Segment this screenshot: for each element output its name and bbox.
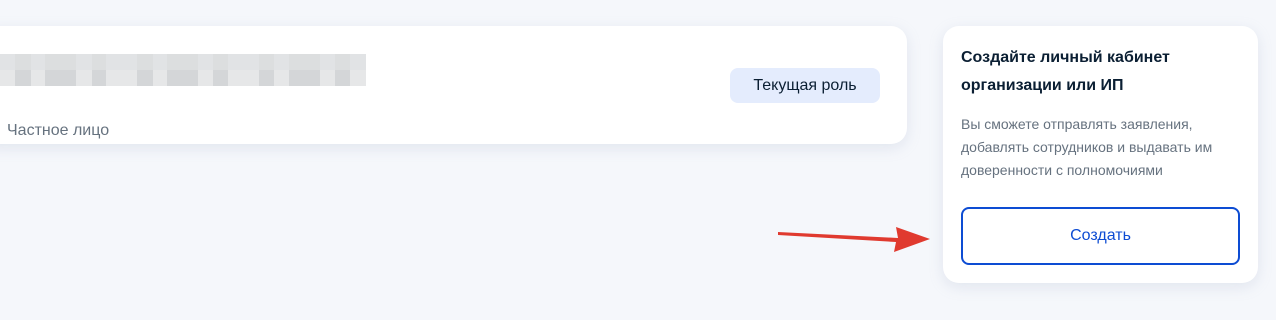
create-card-description: Вы сможете отправлять заявления, добавля… [961, 116, 1213, 178]
blur-pixel [319, 70, 336, 86]
blur-pixel [243, 70, 259, 86]
blur-pixel [91, 70, 107, 86]
blur-pixel [335, 54, 350, 70]
blur-pixel [137, 54, 153, 70]
blur-pixel [227, 54, 244, 70]
blur-pixel [45, 70, 61, 86]
blur-pixel [319, 54, 336, 70]
blur-pixel [197, 70, 214, 86]
blur-pixel [258, 70, 275, 86]
profile-card: Частное лицо Текущая роль [0, 26, 907, 144]
blur-pixel [121, 54, 138, 70]
blur-pixel [288, 70, 305, 86]
blur-pixel [167, 70, 183, 86]
create-organization-card: Создайте личный кабинет организации или … [943, 26, 1258, 283]
blur-pixel [167, 54, 183, 70]
blur-pixel [182, 54, 198, 70]
profile-type-label: Частное лицо [7, 122, 110, 139]
blur-pixel [15, 70, 31, 86]
blurred-profile-name [0, 54, 367, 86]
blur-pixel [152, 54, 168, 70]
blur-pixel [30, 70, 46, 86]
blur-pixel [121, 70, 138, 86]
create-card-title: Создайте личный кабинет организации или … [961, 49, 1170, 94]
blur-pixel [182, 70, 198, 86]
blur-pixel [45, 54, 61, 70]
blur-pixel [274, 54, 289, 70]
current-role-badge: Текущая роль [730, 68, 880, 103]
blur-pixel [0, 54, 16, 70]
blur-pixel [213, 54, 228, 70]
blur-pixel [304, 70, 320, 86]
blur-pixel [76, 70, 92, 86]
blur-pixel [137, 70, 153, 86]
arrow-right-icon [778, 227, 930, 252]
blur-pixel [106, 54, 122, 70]
blur-pixel [91, 54, 107, 70]
blur-pixel [213, 70, 228, 86]
blur-pixel [106, 70, 122, 86]
blur-pixel [60, 70, 77, 86]
blur-pixel [76, 54, 92, 70]
blur-pixel [15, 54, 31, 70]
create-button[interactable]: Создать [961, 207, 1240, 265]
blur-pixel [0, 70, 16, 86]
blur-pixel [243, 54, 259, 70]
blur-pixel [152, 70, 168, 86]
blur-pixel [349, 70, 367, 86]
blur-pixel [30, 54, 46, 70]
blur-pixel [288, 54, 305, 70]
blur-pixel [197, 54, 214, 70]
blur-pixel [335, 70, 350, 86]
blur-pixel [60, 54, 77, 70]
blur-pixel [258, 54, 275, 70]
blur-pixel [227, 70, 244, 86]
blur-pixel [349, 54, 367, 70]
blur-pixel [274, 70, 289, 86]
blur-pixel [304, 54, 320, 70]
